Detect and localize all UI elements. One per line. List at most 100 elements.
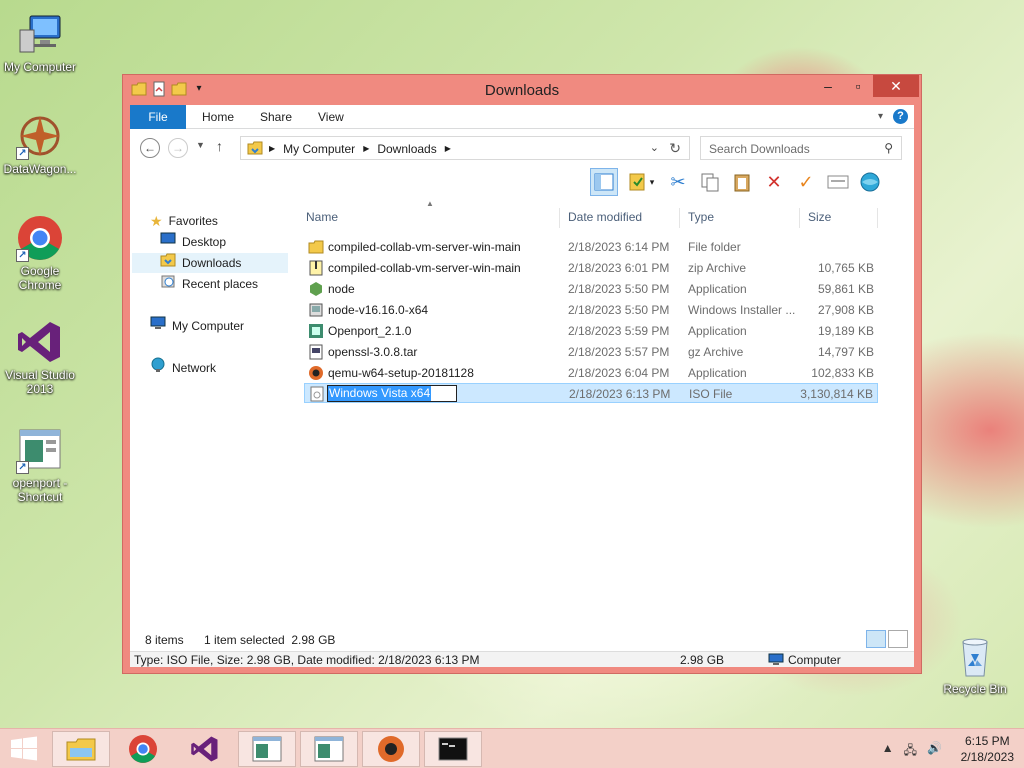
file-list: ▲ Name Date modified Type Size compiled-… — [300, 199, 910, 631]
taskbar-chrome[interactable] — [114, 731, 172, 767]
search-icon[interactable]: ⚲ — [884, 141, 893, 155]
title-bar[interactable]: ▾ Downloads – ▫ ✕ — [123, 75, 921, 105]
nav-desktop[interactable]: Desktop — [160, 232, 226, 252]
help-button[interactable]: ? — [893, 109, 908, 124]
file-name: node — [328, 282, 355, 296]
file-size: 102,833 KB — [811, 366, 874, 380]
desktop-icon-label: Visual Studio 2013 — [5, 368, 75, 396]
paste-button[interactable] — [728, 168, 756, 196]
maximize-button[interactable]: ▫ — [843, 75, 873, 97]
qemu-icon — [308, 365, 324, 381]
table-row[interactable]: node 2/18/2023 5:50 PM Application 59,86… — [304, 279, 878, 299]
network-status-icon[interactable]: 🖧 — [904, 741, 917, 762]
column-header-size[interactable]: Size — [802, 208, 878, 228]
clock[interactable]: 6:15 PM 2/18/2023 — [961, 733, 1014, 765]
properties-button[interactable]: ▾ — [622, 168, 660, 196]
file-date: 2/18/2023 6:14 PM — [568, 240, 670, 254]
preview-pane-button[interactable] — [590, 168, 618, 196]
window-content: File Home Share View ▾ ? ← → ▼ ↑ ▶ My Co… — [130, 105, 914, 667]
file-date: 2/18/2023 6:13 PM — [569, 387, 671, 401]
nav-favorites[interactable]: ★ Favorites — [150, 211, 218, 231]
table-row-selected[interactable]: Windows Vista x64 2/18/2023 6:13 PM ISO … — [304, 383, 878, 403]
window-controls: – ▫ ✕ — [813, 75, 919, 97]
desktop-icon-visual-studio[interactable]: Visual Studio 2013 — [0, 318, 80, 396]
cut-button[interactable]: ✂ — [664, 168, 692, 196]
taskbar-openport-2[interactable] — [300, 731, 358, 767]
nav-my-computer[interactable]: My Computer — [150, 316, 244, 336]
desktop-icon-recycle-bin[interactable]: Recycle Bin — [935, 632, 1015, 696]
tab-home[interactable]: Home — [192, 105, 244, 129]
desktop-icon-chrome[interactable]: ↗ Google Chrome — [0, 214, 80, 292]
large-icons-view-button[interactable] — [888, 630, 908, 648]
visual-studio-icon — [16, 318, 64, 366]
breadcrumb-my-computer[interactable]: My Computer — [283, 142, 355, 156]
breadcrumb-separator-icon[interactable]: ▶ — [363, 142, 369, 156]
start-button[interactable] — [0, 731, 48, 767]
chevron-down-icon[interactable]: ⌄ — [650, 141, 659, 154]
column-header-name[interactable]: Name — [300, 208, 560, 228]
nav-network[interactable]: Network — [150, 357, 216, 379]
file-name: compiled-collab-vm-server-win-main — [328, 240, 521, 254]
chrome-icon: ↗ — [16, 214, 64, 262]
column-header-date[interactable]: Date modified — [562, 208, 680, 228]
new-item-button[interactable] — [824, 168, 852, 196]
forward-button[interactable]: → — [168, 138, 188, 158]
nav-recent-places[interactable]: Recent places — [160, 274, 258, 294]
file-type: Application — [688, 366, 747, 380]
taskbar-command-prompt[interactable] — [424, 731, 482, 767]
show-hidden-icons-icon[interactable]: ▲ — [882, 741, 894, 762]
desktop-icon-label: Recycle Bin — [943, 682, 1007, 696]
table-row[interactable]: Openport_2.1.0 2/18/2023 5:59 PM Applica… — [304, 321, 878, 341]
volume-icon[interactable]: 🔊 — [927, 741, 942, 762]
taskbar-file-explorer[interactable] — [52, 731, 110, 767]
back-button[interactable]: ← — [140, 138, 160, 158]
breadcrumb-separator-icon[interactable]: ▶ — [269, 142, 275, 156]
tab-share[interactable]: Share — [250, 105, 302, 129]
network-icon — [150, 357, 166, 379]
table-row[interactable]: qemu-w64-setup-20181128 2/18/2023 6:04 P… — [304, 363, 878, 383]
table-row[interactable]: compiled-collab-vm-server-win-main 2/18/… — [304, 258, 878, 278]
breadcrumb-separator-icon[interactable]: ▶ — [445, 142, 451, 156]
file-name: qemu-w64-setup-20181128 — [328, 366, 474, 380]
taskbar-qemu[interactable] — [362, 731, 420, 767]
expand-ribbon-icon[interactable]: ▾ — [878, 111, 883, 122]
node-icon — [308, 281, 324, 297]
refresh-icon[interactable]: ↻ — [669, 140, 681, 157]
globe-icon[interactable] — [856, 168, 884, 196]
nav-downloads[interactable]: Downloads — [132, 253, 288, 273]
column-header-type[interactable]: Type — [682, 208, 800, 228]
rename-input[interactable]: Windows Vista x64 — [327, 385, 457, 402]
table-row[interactable]: node-v16.16.0-x64 2/18/2023 5:50 PM Wind… — [304, 300, 878, 320]
archive-icon — [308, 344, 324, 360]
downloads-folder-icon — [160, 252, 176, 274]
recent-locations-icon[interactable]: ▼ — [196, 140, 205, 150]
table-row[interactable]: compiled-collab-vm-server-win-main 2/18/… — [304, 237, 878, 257]
delete-button[interactable]: ✕ — [760, 168, 788, 196]
file-date: 2/18/2023 5:57 PM — [568, 345, 670, 359]
search-input[interactable]: Search Downloads ⚲ — [700, 136, 902, 160]
rename-button[interactable]: ✓ — [792, 168, 820, 196]
view-buttons — [866, 630, 908, 648]
address-bar[interactable]: ▶ My Computer ▶ Downloads ▶ ⌄ ↻ — [240, 136, 690, 160]
file-name: Openport_2.1.0 — [328, 324, 412, 338]
file-date: 2/18/2023 6:04 PM — [568, 366, 670, 380]
up-arrow-icon[interactable]: ↑ — [216, 138, 223, 154]
file-explorer-icon — [66, 738, 96, 761]
file-name: Windows Vista x64 — [328, 386, 432, 401]
taskbar-visual-studio[interactable] — [176, 731, 234, 767]
copy-button[interactable] — [696, 168, 724, 196]
taskbar-openport-1[interactable] — [238, 731, 296, 767]
details-view-button[interactable] — [866, 630, 886, 648]
explorer-window[interactable]: ▾ Downloads – ▫ ✕ File Home Share View ▾… — [122, 74, 922, 674]
desktop-icon-openport[interactable]: ↗ openport - Shortcut — [0, 426, 80, 504]
desktop-icon-my-computer[interactable]: My Computer — [0, 10, 80, 74]
minimize-button[interactable]: – — [813, 75, 843, 97]
table-row[interactable]: openssl-3.0.8.tar 2/18/2023 5:57 PM gz A… — [304, 342, 878, 362]
tab-view[interactable]: View — [308, 105, 354, 129]
desktop-icon — [160, 232, 176, 252]
zip-icon — [308, 260, 324, 276]
close-button[interactable]: ✕ — [873, 75, 919, 97]
tab-file[interactable]: File — [130, 105, 186, 129]
desktop-icon-datawagon[interactable]: ↗ DataWagon... — [0, 112, 80, 176]
breadcrumb-downloads[interactable]: Downloads — [377, 142, 436, 156]
